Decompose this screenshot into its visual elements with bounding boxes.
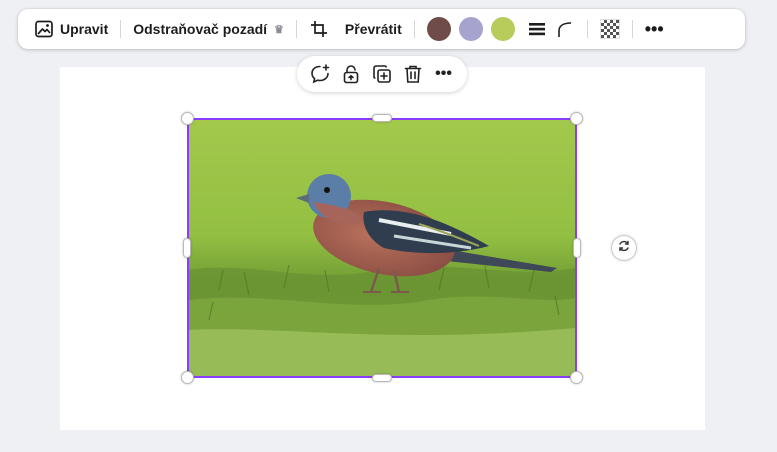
edit-image-button[interactable]: Upravit <box>30 14 112 44</box>
crop-icon <box>309 19 329 39</box>
lock-icon[interactable] <box>339 62 363 86</box>
crop-button[interactable] <box>305 14 333 44</box>
ai-comment-icon[interactable] <box>308 62 332 86</box>
transparency-button[interactable] <box>596 14 624 44</box>
resize-handle-bottom-right[interactable] <box>570 371 583 384</box>
duplicate-icon[interactable] <box>370 62 394 86</box>
toolbar-divider <box>413 20 415 38</box>
edit-image-label: Upravit <box>60 21 109 37</box>
resize-handle-bottom[interactable] <box>372 374 392 382</box>
more-icon[interactable]: ••• <box>432 62 456 86</box>
resize-handle-right[interactable] <box>573 238 581 258</box>
resize-handle-top-right[interactable] <box>570 112 583 125</box>
bird-photo <box>189 120 575 376</box>
resize-handle-left[interactable] <box>183 238 191 258</box>
trash-icon[interactable] <box>401 62 425 86</box>
corner-rounding-icon <box>555 19 575 39</box>
flip-button[interactable]: Převrátit <box>341 14 406 44</box>
image-edit-icon <box>34 19 54 39</box>
resize-handle-bottom-left[interactable] <box>181 371 194 384</box>
toolbar-divider <box>631 20 633 38</box>
more-options-button[interactable]: ••• <box>641 14 668 44</box>
crown-icon: ♛ <box>274 23 284 36</box>
line-weight-icon <box>527 19 547 39</box>
transparency-icon <box>599 19 620 39</box>
more-icon: ••• <box>644 19 664 39</box>
resize-handle-top[interactable] <box>372 114 392 122</box>
toolbar-divider <box>586 20 588 38</box>
corner-rounding-button[interactable] <box>551 14 579 44</box>
image-toolbar: Upravit Odstraňovač pozadí ♛ Převrátit •… <box>18 9 745 49</box>
bird-illustration <box>189 120 575 376</box>
element-context-bar: ••• <box>297 56 467 92</box>
color-swatch-lime[interactable] <box>490 17 515 41</box>
flip-label: Převrátit <box>344 21 402 37</box>
color-swatch-lavender[interactable] <box>458 17 483 41</box>
rotate-icon <box>617 239 631 258</box>
toolbar-divider <box>120 20 122 38</box>
resize-handle-top-left[interactable] <box>181 112 194 125</box>
background-remover-button[interactable]: Odstraňovač pozadí ♛ <box>129 14 288 44</box>
rotate-button[interactable] <box>611 235 637 261</box>
color-swatch-brown[interactable] <box>426 17 451 41</box>
background-remover-label: Odstraňovač pozadí <box>133 21 268 37</box>
selected-image[interactable] <box>187 118 577 378</box>
border-style-button[interactable] <box>523 14 551 44</box>
toolbar-divider <box>295 20 297 38</box>
